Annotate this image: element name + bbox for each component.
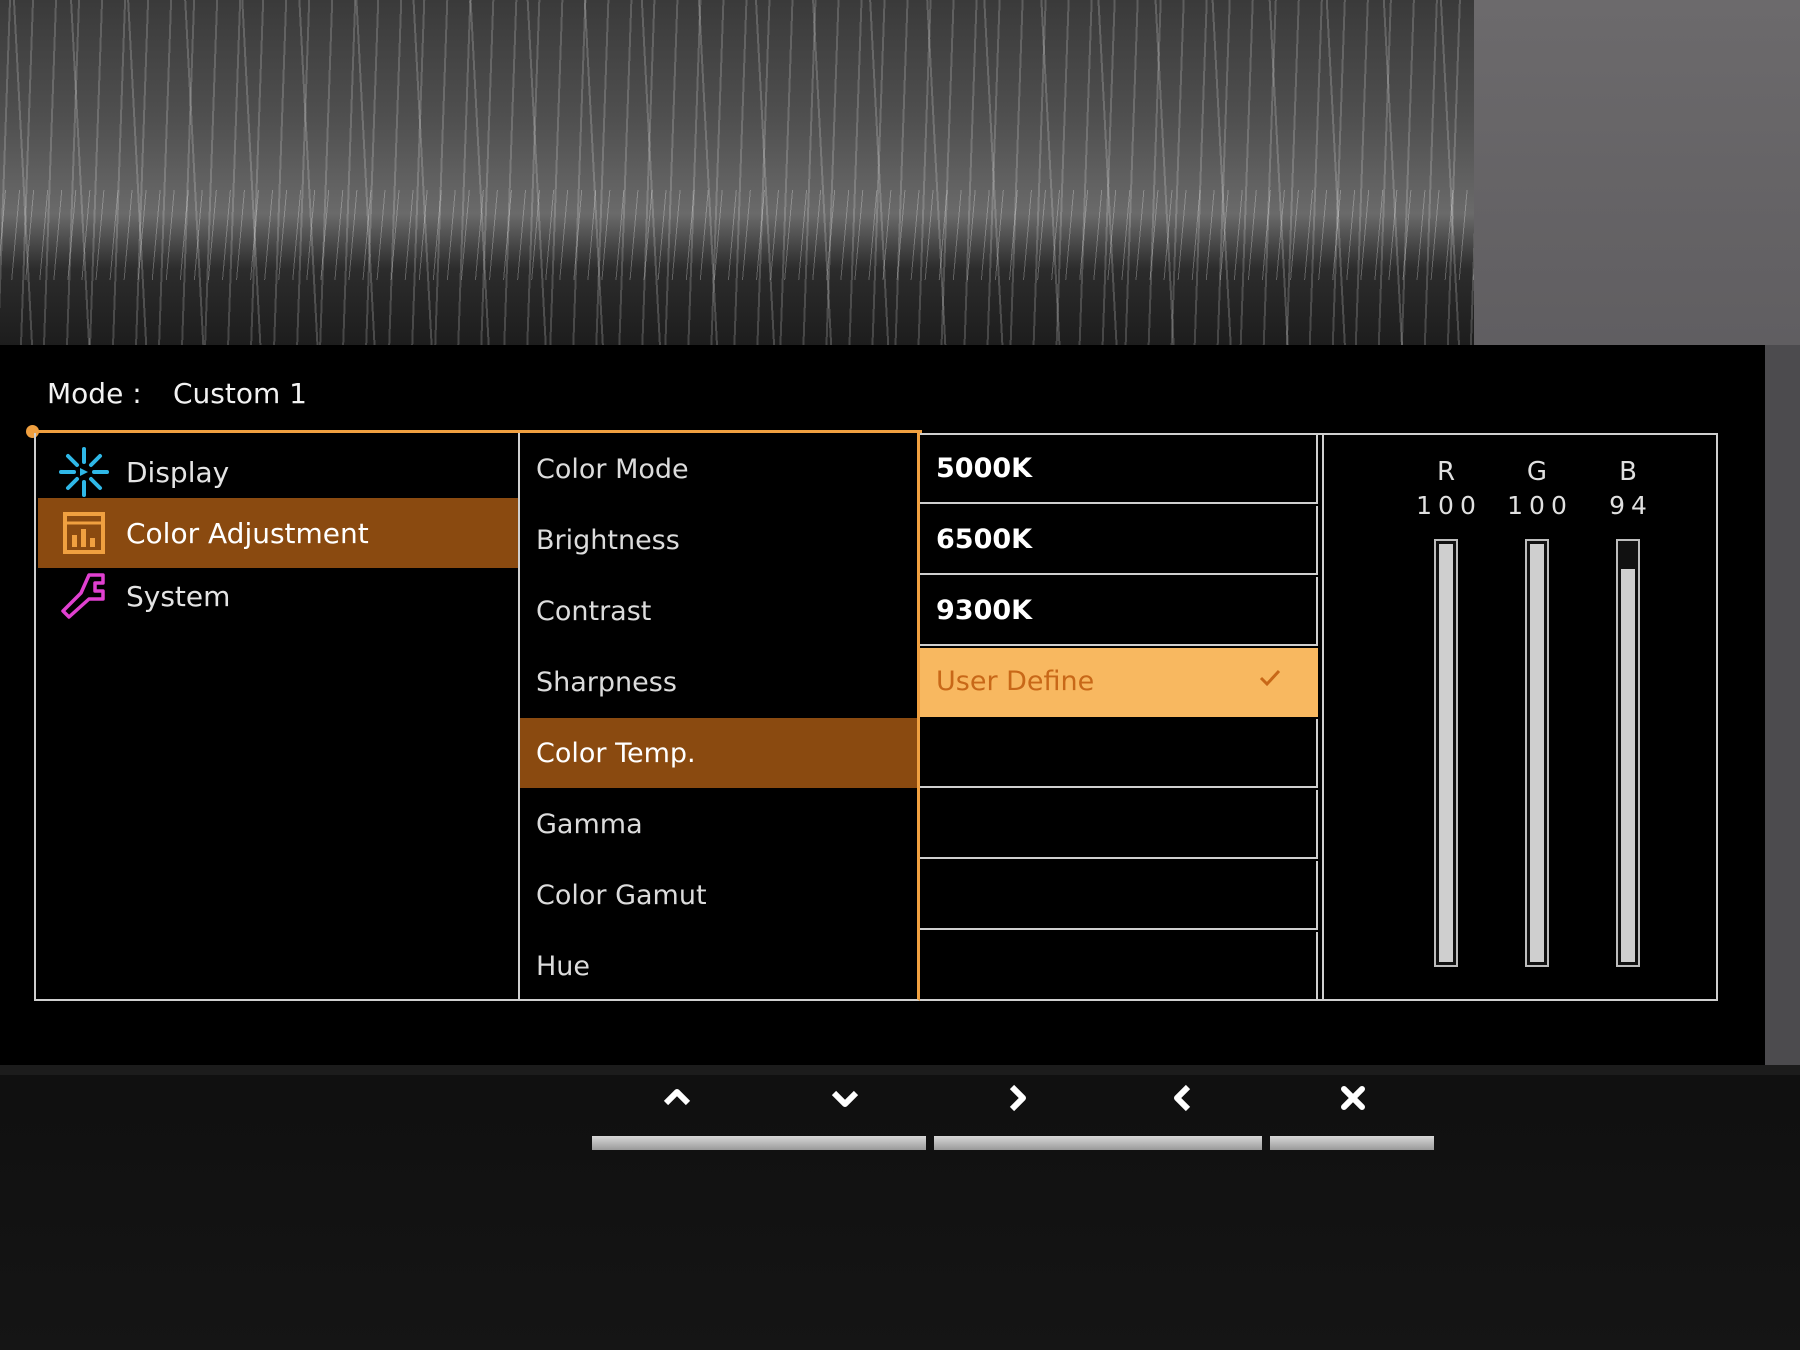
menu-item-label: System: [126, 579, 231, 613]
screen-photo-background: [0, 0, 1474, 345]
submenu-label: Color Mode: [536, 453, 689, 485]
menu-item-label: Display: [126, 455, 230, 489]
wall-background: [1474, 0, 1800, 345]
option-empty: [920, 932, 1318, 1001]
option-label: User Define: [936, 666, 1095, 697]
rgb-label-g: G: [1526, 457, 1548, 487]
wrench-icon: [56, 568, 112, 624]
key-left[interactable]: [1163, 1078, 1203, 1118]
submenu-label: Contrast: [536, 595, 652, 627]
rgb-value-g: 100: [1507, 491, 1573, 520]
menu-item-display[interactable]: Display: [38, 437, 518, 507]
submenu-item-color-temp[interactable]: Color Temp.: [520, 718, 917, 788]
slider-g[interactable]: [1525, 539, 1549, 967]
chevron-left-icon: [1174, 1084, 1191, 1112]
submenu-label: Gamma: [536, 808, 643, 840]
submenu-label: Color Gamut: [536, 879, 707, 911]
close-icon: [1341, 1086, 1365, 1110]
bezel-edge: [0, 1065, 1800, 1075]
submenu-label: Hue: [536, 950, 591, 982]
option-user-define[interactable]: User Define: [920, 648, 1318, 717]
submenu-item-gamma[interactable]: Gamma: [520, 789, 917, 859]
submenu-item-hue[interactable]: Hue: [520, 931, 917, 1001]
slider-fill: [1439, 544, 1453, 962]
slider-fill: [1621, 569, 1635, 962]
key-indicator-bar: [934, 1136, 1262, 1150]
submenu-item-brightness[interactable]: Brightness: [520, 505, 917, 575]
option-empty: [920, 861, 1318, 930]
rgb-label-r: R: [1436, 457, 1456, 487]
display-sparkle-icon: [56, 444, 112, 500]
slider-fill: [1530, 544, 1544, 962]
submenu-label: Brightness: [536, 524, 680, 556]
key-indicator-bar: [1270, 1136, 1434, 1150]
mode-value: Custom 1: [173, 377, 307, 410]
option-empty: [920, 790, 1318, 859]
main-menu: Display Color Adjustment System: [34, 433, 518, 1001]
chevron-up-icon: [663, 1089, 691, 1106]
menu-item-color-adjustment[interactable]: Color Adjustment: [38, 498, 518, 568]
submenu-item-sharpness[interactable]: Sharpness: [520, 647, 917, 717]
rgb-value-b: 94: [1609, 491, 1653, 520]
option-6500k[interactable]: 6500K: [920, 506, 1318, 575]
rgb-label-b: B: [1619, 457, 1637, 487]
submenu-label: Sharpness: [536, 666, 677, 698]
rgb-adjust-panel: R 100 G 100 B 94: [1322, 433, 1718, 1001]
slider-b[interactable]: [1616, 539, 1640, 967]
submenu-item-contrast[interactable]: Contrast: [520, 576, 917, 646]
option-label: 5000K: [936, 453, 1033, 484]
key-down[interactable]: [825, 1078, 865, 1118]
mode-label: Mode :: [47, 377, 142, 410]
wall-background-lower: [1765, 345, 1800, 1065]
screen-photo-reeds: [0, 190, 1474, 280]
key-up[interactable]: [657, 1078, 697, 1118]
submenu-item-color-mode[interactable]: Color Mode: [520, 434, 917, 504]
osd-panel: Mode : Custom 1 Display Color Adjustment…: [0, 345, 1765, 1065]
checkmark-icon: [1259, 669, 1281, 687]
slider-r[interactable]: [1434, 539, 1458, 967]
rgb-value-r: 100: [1416, 491, 1482, 520]
menu-item-label: Color Adjustment: [126, 516, 369, 550]
submenu-item-color-gamut[interactable]: Color Gamut: [520, 860, 917, 930]
submenu-label: Color Temp.: [536, 737, 696, 769]
option-9300k[interactable]: 9300K: [920, 577, 1318, 646]
option-5000k[interactable]: 5000K: [920, 435, 1318, 504]
option-label: 6500K: [936, 524, 1033, 555]
menu-item-system[interactable]: System: [38, 561, 518, 631]
option-label: 9300K: [936, 595, 1033, 626]
submenu: Color Mode Brightness Contrast Sharpness…: [518, 433, 920, 1001]
chevron-right-icon: [1009, 1084, 1026, 1112]
options-list: 5000K 6500K 9300K User Define: [920, 433, 1322, 1001]
key-indicator-bar: [592, 1136, 926, 1150]
color-chart-icon: [56, 505, 112, 561]
chevron-down-icon: [831, 1090, 859, 1107]
key-right[interactable]: [997, 1078, 1037, 1118]
key-close[interactable]: [1333, 1078, 1373, 1118]
option-empty: [920, 719, 1318, 788]
